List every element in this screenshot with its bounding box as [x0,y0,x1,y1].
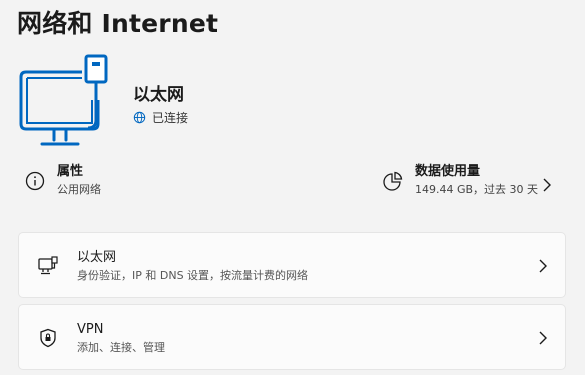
chevron-right-icon [539,259,547,273]
card-subtitle: 添加、连接、管理 [77,341,165,354]
vpn-settings-card[interactable]: VPN 添加、连接、管理 [18,304,566,370]
connection-status-text: 已连接 [152,110,189,125]
data-usage-title: 数据使用量 [415,164,481,179]
page-title: 网络和 Internet [17,9,219,38]
properties-link[interactable]: 属性 公用网络 [22,163,101,199]
ethernet-port-icon [36,254,60,278]
card-title: 以太网 [77,250,117,265]
globe-icon [133,111,146,123]
computer-ethernet-icon [16,52,116,152]
properties-subtitle: 公用网络 [57,183,101,196]
pie-chart-icon [380,168,406,194]
settings-page: 网络和 Internet 以太网 已连接 属性 公用网络 数据使用量 149.4… [0,0,585,375]
chevron-right-icon[interactable] [541,176,553,194]
info-icon [22,168,48,194]
card-title: VPN [77,322,104,337]
data-usage-link[interactable]: 数据使用量 149.44 GB，过去 30 天 [380,163,538,199]
connection-name: 以太网 [133,85,184,105]
card-subtitle: 身份验证，IP 和 DNS 设置，按流量计费的网络 [77,269,309,282]
chevron-right-icon [539,331,547,345]
data-usage-subtitle: 149.44 GB，过去 30 天 [415,183,539,196]
connection-status: 已连接 [133,108,188,126]
ethernet-settings-card[interactable]: 以太网 身份验证，IP 和 DNS 设置，按流量计费的网络 [18,232,566,298]
shield-icon [36,326,60,350]
properties-title: 属性 [57,164,84,179]
